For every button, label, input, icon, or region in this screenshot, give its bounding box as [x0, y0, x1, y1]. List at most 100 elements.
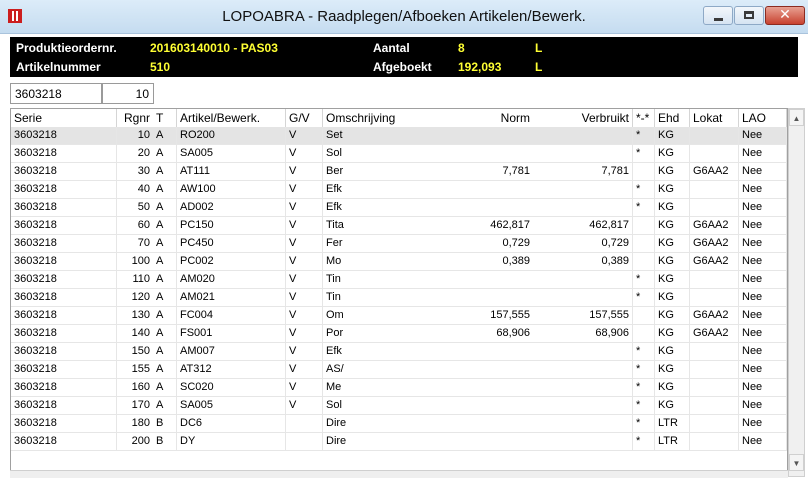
cell-verb: 0,389	[533, 253, 633, 270]
table-row[interactable]: 3603218 20 A SA005 V Sol * KG Nee	[11, 145, 787, 163]
cell-t: A	[153, 145, 177, 162]
cell-oms: Set	[326, 129, 343, 141]
cell-oms: Tin	[326, 291, 341, 303]
cell-verb	[533, 181, 633, 198]
cell-verb: 157,555	[533, 307, 633, 324]
maximize-icon	[744, 11, 754, 19]
col-header-artikel[interactable]: Artikel/Bewerk.	[177, 109, 286, 127]
cell-lao: Nee	[739, 289, 787, 306]
cell-lok	[690, 199, 739, 216]
cell-star: *	[633, 181, 655, 198]
cell-art: SC020	[177, 379, 286, 396]
cell-t: A	[153, 271, 177, 288]
table-row[interactable]: 3603218 180 B DC6 Dire * LTR Nee	[11, 415, 787, 433]
minimize-icon	[714, 18, 723, 21]
cell-oms: Sol	[326, 147, 342, 159]
cell-star: *	[633, 415, 655, 432]
close-button[interactable]: ✕	[765, 6, 805, 25]
col-header-lokat[interactable]: Lokat	[690, 109, 739, 127]
cell-lao: Nee	[739, 253, 787, 270]
cell-verb: 462,817	[533, 217, 633, 234]
cell-oms: AS/	[326, 363, 344, 375]
cell-art: SA005	[177, 145, 286, 162]
col-header-t[interactable]: T	[153, 109, 177, 127]
cell-lao: Nee	[739, 325, 787, 342]
cell-norm	[425, 145, 533, 162]
cell-art: AW100	[177, 181, 286, 198]
cell-t: A	[153, 343, 177, 360]
scroll-up-icon[interactable]: ▲	[789, 109, 804, 126]
table-row[interactable]: 3603218 120 A AM021 V Tin * KG Nee	[11, 289, 787, 307]
col-header-serie[interactable]: Serie	[11, 109, 117, 127]
cell-rgnr: 130	[131, 309, 150, 321]
table-row[interactable]: 3603218 50 A AD002 V Efk * KG Nee	[11, 199, 787, 217]
cell-t: A	[153, 199, 177, 216]
cell-rgnr: 170	[131, 399, 150, 411]
table-row[interactable]: 3603218 10 A RO200 V Set * KG Nee	[11, 127, 787, 145]
cell-oms: Dire	[326, 435, 347, 447]
cell-t: A	[153, 127, 177, 144]
col-header-lao[interactable]: LAO	[739, 109, 787, 127]
serie-input[interactable]: 3603218	[10, 83, 102, 104]
cell-norm	[425, 271, 533, 288]
cell-star	[633, 307, 655, 324]
cell-oms: Mo	[326, 255, 342, 267]
order-info-panel: Produktieordernr. 201603140010 - PAS03 A…	[10, 37, 798, 77]
cell-rgnr: 155	[131, 363, 150, 375]
cell-star: *	[633, 433, 655, 450]
table-row[interactable]: 3603218 155 A AT312 V AS/ * KG Nee	[11, 361, 787, 379]
table-row[interactable]: 3603218 150 A AM007 V Efk * KG Nee	[11, 343, 787, 361]
table-row[interactable]: 3603218 30 A AT111 V Ber 7,781 7,781 KG G6AA2 Nee	[11, 163, 787, 181]
table-row[interactable]: 3603218 200 B DY Dire * LTR Nee	[11, 433, 787, 451]
cell-gv: V	[286, 217, 323, 234]
table-row[interactable]: 3603218 100 A PC002 V Mo 0,389 0,389 KG G6AA2 Nee	[11, 253, 787, 271]
scroll-down-icon[interactable]: ▼	[789, 454, 804, 471]
cell-norm	[425, 127, 533, 144]
cell-norm	[425, 199, 533, 216]
cell-gv: V	[286, 343, 323, 360]
cell-norm	[425, 361, 533, 378]
cell-oms: Me	[326, 381, 342, 393]
col-header-omschrijving[interactable]: Omschrijving	[323, 109, 425, 127]
rgnr-input[interactable]: 10	[102, 83, 154, 104]
col-header-ehd[interactable]: Ehd	[655, 109, 690, 127]
cell-norm	[425, 343, 533, 360]
cell-oms: Efk	[326, 201, 342, 213]
vertical-scrollbar[interactable]: ▲ ▼	[788, 108, 805, 477]
col-header-rgnr[interactable]: Rgnr	[117, 109, 153, 127]
minimize-button[interactable]	[703, 6, 733, 25]
cell-verb	[533, 145, 633, 162]
col-header-gv[interactable]: G/V	[286, 109, 323, 127]
cell-serie: 3603218	[11, 271, 117, 288]
cell-gv: V	[286, 271, 323, 288]
cell-lao: Nee	[739, 217, 787, 234]
cell-gv	[286, 433, 323, 450]
article-grid[interactable]: Serie Rgnr T Artikel/Bewerk. G/V Omschri…	[10, 108, 788, 477]
cell-gv: V	[286, 397, 323, 414]
table-row[interactable]: 3603218 70 A PC450 V Fer 0,729 0,729 KG G6AA2 Nee	[11, 235, 787, 253]
table-row[interactable]: 3603218 130 A FC004 V Om 157,555 157,555 KG G6AA2…	[11, 307, 787, 325]
col-header-norm[interactable]: Norm	[425, 109, 533, 127]
cell-verb	[533, 289, 633, 306]
maximize-button[interactable]	[734, 6, 764, 25]
cell-lok	[690, 397, 739, 414]
cell-rgnr: 20	[137, 147, 150, 159]
cell-oms: Dire	[326, 417, 347, 429]
col-header-star[interactable]: *-*	[633, 109, 655, 127]
cell-lok: G6AA2	[690, 307, 739, 324]
table-row[interactable]: 3603218 60 A PC150 V Tita 462,817 462,817 KG G6AA…	[11, 217, 787, 235]
table-row[interactable]: 3603218 160 A SC020 V Me * KG Nee	[11, 379, 787, 397]
table-row[interactable]: 3603218 170 A SA005 V Sol * KG Nee	[11, 397, 787, 415]
cell-ehd: KG	[655, 325, 690, 342]
table-row[interactable]: 3603218 40 A AW100 V Efk * KG Nee	[11, 181, 787, 199]
table-row[interactable]: 3603218 110 A AM020 V Tin * KG Nee	[11, 271, 787, 289]
col-header-verbruikt[interactable]: Verbruikt	[533, 109, 633, 127]
cell-gv	[286, 415, 323, 432]
cell-norm	[425, 397, 533, 414]
cell-verb	[533, 397, 633, 414]
table-row[interactable]: 3603218 140 A FS001 V Por 68,906 68,906 KG G6AA2 N…	[11, 325, 787, 343]
cell-lok	[690, 181, 739, 198]
cell-t: B	[153, 415, 177, 432]
cell-ehd: KG	[655, 127, 690, 144]
cell-lok	[690, 145, 739, 162]
